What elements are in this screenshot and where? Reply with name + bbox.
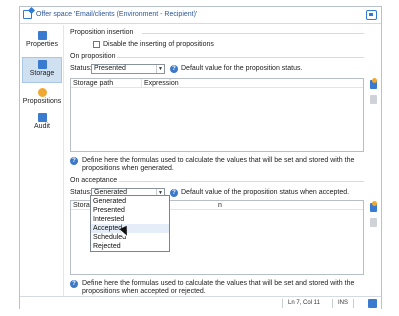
proposition-status-value: Presented	[94, 65, 126, 72]
sidebar-item-label: Properties	[26, 41, 58, 48]
dropdown-option-rejected[interactable]: Rejected	[91, 242, 169, 251]
add-row-icon[interactable]	[370, 78, 377, 89]
on-acceptance-heading: On acceptance	[70, 177, 118, 184]
delete-row-icon[interactable]	[370, 218, 377, 227]
section-divider	[119, 181, 364, 182]
help-icon: ?	[170, 65, 178, 73]
proposition-description: Define here the formulas used to calcula…	[82, 157, 355, 172]
sidebar-item-propositions[interactable]: Propositions	[22, 86, 62, 112]
properties-icon	[37, 31, 47, 40]
disable-insert-label: Disable the inserting of propositions	[103, 41, 214, 48]
title-bar: Offer space 'Email/clients (Environment …	[20, 7, 381, 24]
section-divider	[142, 33, 364, 34]
proposition-status-label: Status:	[70, 65, 92, 72]
delete-row-icon[interactable]	[370, 95, 377, 104]
save-icon[interactable]	[368, 299, 377, 308]
column-header-expression[interactable]: n	[218, 202, 222, 209]
status-divider	[353, 299, 354, 308]
acceptance-status-label: Status:	[70, 189, 92, 196]
help-icon: ?	[70, 280, 78, 288]
disable-insert-checkbox[interactable]	[93, 41, 100, 48]
sidebar-item-label: Propositions	[22, 98, 62, 105]
dropdown-option-accepted[interactable]: Accepted	[91, 224, 169, 233]
proposition-status-select[interactable]: Presented ▼	[91, 64, 165, 74]
section-divider	[117, 57, 364, 58]
column-divider	[141, 79, 142, 88]
proposition-status-hint: Default value for the proposition status…	[181, 65, 303, 72]
dropdown-option-interested[interactable]: Interested	[91, 215, 169, 224]
column-header-storage-path[interactable]: Storage path	[73, 80, 113, 87]
sidebar: Properties Storage Propositions Audit	[20, 25, 64, 307]
on-proposition-heading: On proposition	[70, 53, 116, 60]
insert-mode: INS	[338, 300, 349, 306]
sidebar-item-audit[interactable]: Audit	[22, 111, 62, 137]
column-header-expression[interactable]: Expression	[144, 80, 179, 87]
help-icon: ?	[70, 157, 78, 165]
proposition-storage-grid[interactable]: Storage path Expression	[70, 78, 364, 152]
acceptance-status-hint: Default value of the proposition status …	[181, 189, 350, 196]
sidebar-item-label: Storage	[29, 70, 55, 77]
audit-icon	[37, 113, 47, 122]
help-icon: ?	[170, 189, 178, 197]
offer-space-window: Offer space 'Email/clients (Environment …	[19, 6, 382, 309]
propositions-icon	[37, 88, 47, 97]
dropdown-option-presented[interactable]: Presented	[91, 206, 169, 215]
chevron-down-icon: ▼	[156, 65, 164, 73]
status-divider	[332, 299, 333, 308]
dropdown-option-scheduled[interactable]: Scheduled	[91, 233, 169, 242]
storage-icon	[37, 60, 47, 69]
acceptance-description: Define here the formulas used to calcula…	[82, 280, 355, 295]
add-row-icon[interactable]	[370, 201, 377, 212]
acceptance-status-dropdown: Generated Presented Interested Accepted …	[90, 195, 170, 252]
sidebar-item-properties[interactable]: Properties	[22, 29, 62, 55]
window-title: Offer space 'Email/clients (Environment …	[36, 11, 198, 18]
dropdown-option-generated[interactable]: Generated	[91, 197, 169, 206]
grid-header: Storage path Expression	[71, 79, 363, 88]
sidebar-item-storage[interactable]: Storage	[22, 57, 62, 83]
proposition-insertion-heading: Proposition insertion	[70, 29, 134, 36]
sidebar-item-label: Audit	[34, 123, 50, 130]
status-bar: Ln 7, Col 11 INS	[20, 296, 381, 309]
cursor-position: Ln 7, Col 11	[288, 300, 320, 306]
status-divider	[282, 299, 283, 308]
edit-window-icon	[23, 10, 32, 19]
restore-window-icon[interactable]	[366, 10, 377, 20]
